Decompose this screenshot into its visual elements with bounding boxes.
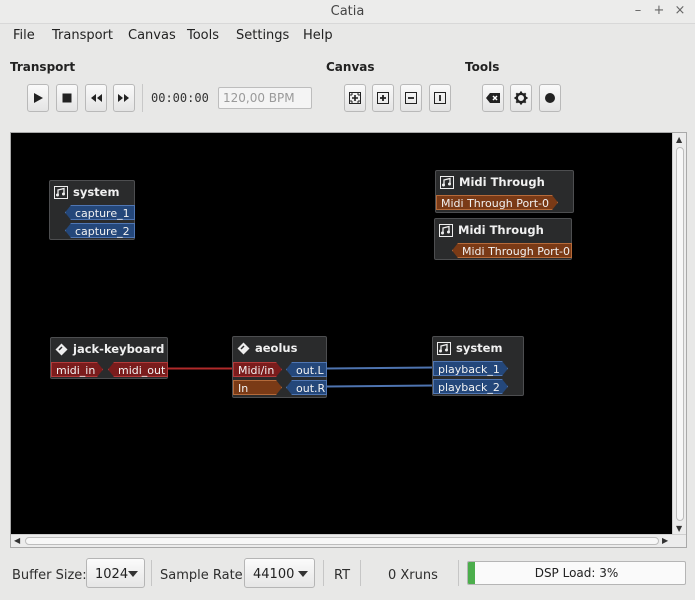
buffer-size-select[interactable]: 1024 xyxy=(86,558,145,588)
port-midi-in[interactable]: midi_in xyxy=(51,362,103,377)
sample-rate-label: Sample Rate: xyxy=(160,568,248,583)
client-box-aeolus[interactable]: aeolus Midi/in In out.L out.R xyxy=(232,336,327,398)
midi-client-icon xyxy=(440,175,454,189)
zoom-out-icon xyxy=(405,92,417,104)
client-title: Midi Through xyxy=(459,175,545,189)
status-separator xyxy=(458,560,459,586)
sample-rate-select[interactable]: 44100 xyxy=(244,558,315,588)
transport-section-label: Transport xyxy=(10,60,76,74)
status-separator xyxy=(360,560,361,586)
rt-indicator: RT xyxy=(334,568,351,583)
record-icon xyxy=(545,93,555,103)
title-bar: Catia – + × xyxy=(0,0,695,24)
client-title: Midi Through xyxy=(458,223,544,237)
play-button[interactable] xyxy=(27,84,49,112)
zoom-in-button[interactable] xyxy=(372,84,394,112)
menu-tools[interactable]: Tools xyxy=(187,28,219,43)
sample-rate-value: 44100 xyxy=(253,567,295,582)
chevron-down-icon xyxy=(128,571,138,577)
port-midi-out[interactable]: midi_out xyxy=(108,362,168,377)
menu-file[interactable]: File xyxy=(13,28,35,43)
fast-forward-icon xyxy=(118,94,129,102)
menu-help[interactable]: Help xyxy=(303,28,333,43)
port-out-l[interactable]: out.L xyxy=(286,362,327,377)
client-box-system-playback[interactable]: system playback_1 playback_2 xyxy=(432,336,524,396)
horizontal-scrollbar[interactable]: ◀ ▶ xyxy=(11,534,686,547)
record-button[interactable] xyxy=(539,84,561,112)
minimize-icon[interactable]: – xyxy=(630,3,646,19)
time-display: 00:00:00 xyxy=(151,91,209,105)
client-box-system-capture[interactable]: system capture_1 capture_2 xyxy=(49,180,135,240)
vertical-scrollbar[interactable]: ▲ ▼ xyxy=(672,133,686,536)
port-playback-1[interactable]: playback_1 xyxy=(433,361,508,376)
dsp-load-text: DSP Load: 3% xyxy=(534,566,619,580)
canvas-section-label: Canvas xyxy=(326,60,375,74)
zoom-reset-icon xyxy=(434,92,446,104)
zoom-reset-button[interactable] xyxy=(429,84,451,112)
tools-section-label: Tools xyxy=(465,60,500,74)
scroll-up-icon[interactable]: ▲ xyxy=(676,135,682,145)
zoom-out-button[interactable] xyxy=(400,84,422,112)
connection-aeolus-out-r[interactable] xyxy=(326,384,434,388)
port-playback-2[interactable]: playback_2 xyxy=(433,379,508,394)
toolbar-separator xyxy=(142,84,143,112)
scroll-down-icon[interactable]: ▼ xyxy=(676,524,682,534)
port-midi-through-in[interactable]: Midi Through Port-0 xyxy=(452,243,572,258)
menu-settings[interactable]: Settings xyxy=(236,28,289,43)
fast-forward-button[interactable] xyxy=(113,84,135,112)
port-midi-through-out[interactable]: Midi Through Port-0 xyxy=(436,195,558,210)
bpm-field[interactable]: 120,00 BPM xyxy=(218,87,312,109)
patchbay-canvas[interactable]: system capture_1 capture_2 Midi Through … xyxy=(10,132,687,548)
client-title: system xyxy=(73,185,120,199)
port-capture-1[interactable]: capture_1 xyxy=(65,205,135,220)
scroll-left-icon[interactable]: ◀ xyxy=(14,536,20,546)
zoom-fit-icon xyxy=(349,92,361,104)
xruns-label[interactable]: 0 Xruns xyxy=(388,568,438,583)
zoom-fit-button[interactable] xyxy=(344,84,366,112)
clear-xruns-button[interactable] xyxy=(482,84,504,112)
client-box-jack-keyboard[interactable]: jack-keyboard midi_in midi_out xyxy=(50,337,168,379)
port-capture-2[interactable]: capture_2 xyxy=(65,223,135,238)
client-box-midi-through-in[interactable]: Midi Through Midi Through Port-0 xyxy=(434,218,572,260)
stop-icon xyxy=(62,93,72,103)
port-out-r[interactable]: out.R xyxy=(286,380,327,395)
play-icon xyxy=(34,93,43,103)
audio-client-icon xyxy=(54,185,68,199)
rewind-button[interactable] xyxy=(85,84,107,112)
keyboard-client-icon xyxy=(237,342,250,354)
buffer-size-label: Buffer Size: xyxy=(12,568,87,583)
settings-button[interactable] xyxy=(510,84,532,112)
port-in-aeolus[interactable]: In xyxy=(233,380,282,395)
buffer-size-value: 1024 xyxy=(95,567,129,582)
horizontal-scroll-thumb[interactable] xyxy=(25,537,659,545)
status-separator xyxy=(151,560,152,586)
midi-client-icon xyxy=(439,223,453,237)
stop-button[interactable] xyxy=(56,84,78,112)
vertical-scroll-thumb[interactable] xyxy=(676,147,684,521)
clear-xruns-icon xyxy=(486,93,500,103)
client-title: jack-keyboard xyxy=(73,342,165,356)
menu-canvas[interactable]: Canvas xyxy=(128,28,176,43)
client-box-midi-through-out[interactable]: Midi Through Midi Through Port-0 xyxy=(435,170,574,213)
close-icon[interactable]: × xyxy=(672,3,688,19)
status-separator xyxy=(323,560,324,586)
connection-aeolus-out-l[interactable] xyxy=(326,366,434,370)
client-title: system xyxy=(456,341,503,355)
client-title: aeolus xyxy=(255,341,298,355)
zoom-in-icon xyxy=(377,92,389,104)
chevron-down-icon xyxy=(298,571,308,577)
scroll-right-icon[interactable]: ▶ xyxy=(662,536,668,546)
menu-bar: File Transport Canvas Tools Settings Hel… xyxy=(0,24,695,48)
dsp-load-bar: DSP Load: 3% xyxy=(467,561,686,585)
keyboard-client-icon xyxy=(55,343,68,355)
canvas-area[interactable]: system capture_1 capture_2 Midi Through … xyxy=(11,133,673,536)
menu-transport[interactable]: Transport xyxy=(52,28,113,43)
maximize-icon[interactable]: + xyxy=(651,3,667,19)
gear-icon xyxy=(514,91,528,105)
port-midi-in-aeolus[interactable]: Midi/in xyxy=(233,362,282,377)
rewind-icon xyxy=(91,94,102,102)
audio-client-icon xyxy=(437,341,451,355)
window-title: Catia xyxy=(330,4,365,19)
